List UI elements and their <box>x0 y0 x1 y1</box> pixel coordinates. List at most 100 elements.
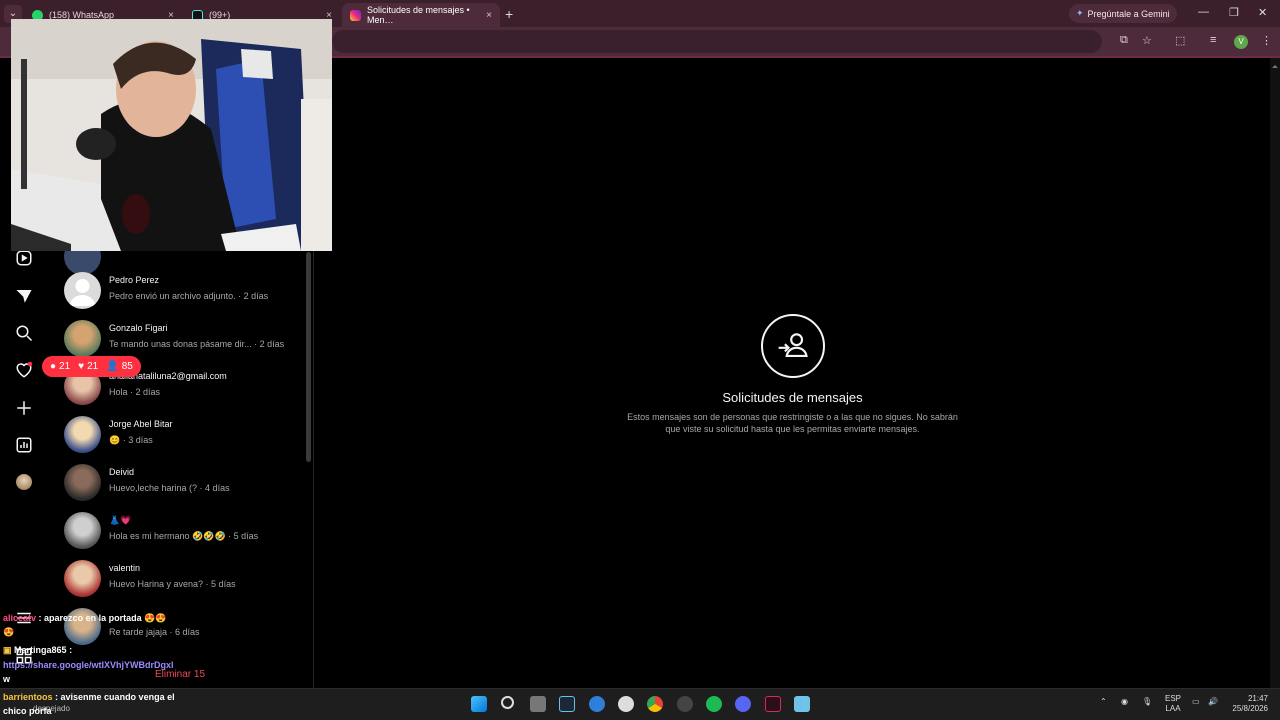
list-item[interactable]: valentin Huevo Harina y avena? · 5 días <box>64 560 304 600</box>
close-window-icon[interactable]: ✕ <box>1258 6 1267 19</box>
spotify-icon[interactable] <box>706 696 722 712</box>
chat-link[interactable]: https://share.google/wtIXVhjYWBdrDgxl <box>3 660 174 670</box>
conversation-preview: Huevo,leche harina (? · 4 días <box>109 483 230 493</box>
conversation-preview: Huevo Harina y avena? · 5 días <box>109 579 236 589</box>
minimize-icon[interactable]: — <box>1198 6 1209 18</box>
discord-icon[interactable] <box>735 696 751 712</box>
task-view-icon[interactable] <box>530 696 546 712</box>
notepad-icon[interactable] <box>794 696 810 712</box>
heart-icon: ♥ <box>78 361 85 372</box>
empty-state: Solicitudes de mensajes Estos mensajes s… <box>620 314 965 435</box>
conversation-preview: 😊 · 3 días <box>109 435 153 445</box>
chat-username: Martinga865 <box>14 645 67 655</box>
profile-avatar[interactable]: V <box>1234 35 1248 49</box>
comment-count-value: 21 <box>59 361 71 372</box>
activity-notification-badge[interactable]: ● 21 ♥ 21 👤 85 <box>42 356 141 377</box>
bookmark-star-icon[interactable]: ☆ <box>1142 34 1152 47</box>
empty-state-title: Solicitudes de mensajes <box>722 390 863 405</box>
conversation-preview: Hola · 2 días <box>109 387 161 397</box>
tab-instagram[interactable]: Solicitudes de mensajes • Men… × <box>342 3 500 27</box>
comment-icon: ● <box>50 361 57 372</box>
conversation-preview: Hola es mi hermano 🤣🤣🤣 · 5 días <box>109 531 259 541</box>
list-item[interactable]: Pedro Perez Pedro envió un archivo adjun… <box>64 272 304 312</box>
person-icon: 👤 <box>106 361 119 372</box>
page-scrollbar[interactable] <box>1270 58 1280 688</box>
media-control-icon[interactable]: ≡ <box>1210 34 1216 46</box>
list-item[interactable]: Deivid Huevo,leche harina (? · 4 días <box>64 464 304 504</box>
taskbar-search-icon[interactable] <box>501 696 514 709</box>
gemini-label: Pregúntale a Gemini <box>1087 8 1170 19</box>
conversation-preview: Pedro envió un archivo adjunto. · 2 días <box>109 291 269 301</box>
list-item[interactable]: Gonzalo Figari Te mando unas donas pásam… <box>64 320 304 360</box>
notifications-heart-icon[interactable] <box>14 360 34 380</box>
edge-icon[interactable] <box>589 696 605 712</box>
follower-count-value: 85 <box>121 361 133 372</box>
tray-app-icon[interactable]: ◉ <box>1121 697 1128 706</box>
date-label: 25/8/2026 <box>1232 704 1268 713</box>
avatar <box>64 320 101 357</box>
sparkle-icon: ✦ <box>1076 8 1084 18</box>
conversation-preview: Re tarde jajaja · 6 días <box>109 627 200 637</box>
chat-message: barrientoos : avisenme cuando venga el c… <box>3 690 193 718</box>
gemini-button[interactable]: ✦ Pregúntale a Gemini <box>1069 4 1177 23</box>
add-person-icon <box>760 314 825 378</box>
app-icon[interactable] <box>677 696 693 712</box>
chat-text: : <box>69 645 73 655</box>
reels-icon[interactable] <box>14 248 34 268</box>
direct-messages-icon[interactable] <box>14 286 34 306</box>
chat-username: barrientoos <box>3 692 53 702</box>
menu-dots-icon[interactable]: ⋮ <box>1261 34 1272 47</box>
avatar <box>64 464 101 501</box>
obs-icon[interactable] <box>618 696 634 712</box>
windows-start-icon[interactable] <box>471 696 487 712</box>
new-tab-button[interactable]: + <box>505 6 513 22</box>
chat-text: : aparezco en la portada 😍😍 <box>38 613 167 623</box>
network-icon[interactable]: ▭ <box>1192 697 1200 706</box>
language-indicator[interactable]: ESP LAA <box>1165 694 1181 714</box>
app-icon[interactable] <box>765 696 781 712</box>
tab-title: Solicitudes de mensajes • Men… <box>367 5 470 25</box>
language-label: ESP <box>1165 694 1182 703</box>
like-count: ♥ 21 <box>78 361 98 372</box>
profile-avatar-icon[interactable] <box>14 472 34 492</box>
address-bar[interactable] <box>332 30 1102 53</box>
layout-label: LAA <box>1165 704 1181 713</box>
chat-message-extra: 😍 <box>3 627 15 637</box>
conversation-name: Deivid <box>109 467 135 477</box>
instagram-icon <box>350 9 361 21</box>
dashboard-icon[interactable] <box>14 435 34 455</box>
webcam-overlay <box>11 19 332 251</box>
avatar <box>64 416 101 453</box>
install-icon[interactable]: ⧉ <box>1120 34 1128 47</box>
restore-icon[interactable]: ❐ <box>1229 6 1239 19</box>
list-scrollbar[interactable] <box>306 252 311 462</box>
chat-username: aliceatv <box>3 613 37 623</box>
conversation-preview: Te mando unas donas pásame dir... · 2 dí… <box>109 339 285 349</box>
empty-state-description: Estos mensajes son de personas que restr… <box>627 412 958 434</box>
search-icon[interactable] <box>14 323 34 343</box>
chevron-up-icon[interactable]: ⌃ <box>1100 697 1107 706</box>
avatar <box>64 272 101 309</box>
microphone-icon[interactable]: 🎙 <box>1142 697 1152 706</box>
conversation-name: Gonzalo Figari <box>109 323 168 333</box>
conversation-name: Jorge Abel Bitar <box>109 419 173 429</box>
comment-count: ● 21 <box>50 361 70 372</box>
chat-message: ▣ Martinga865 : <box>3 645 72 656</box>
chrome-icon[interactable] <box>647 696 663 712</box>
steam-icon[interactable] <box>559 696 575 712</box>
delete-requests-button[interactable]: Eliminar 15 <box>155 669 205 680</box>
chat-message: aliceatv : aparezco en la portada 😍😍 <box>3 613 167 624</box>
list-item[interactable]: 👗💗 Hola es mi hermano 🤣🤣🤣 · 5 días <box>64 512 304 552</box>
close-tab-icon[interactable]: × <box>486 10 492 21</box>
conversation-name: 👗💗 <box>109 515 132 525</box>
extensions-icon[interactable]: ⬚ <box>1175 34 1185 47</box>
chat-badge-icon: ▣ <box>3 645 12 655</box>
volume-icon[interactable]: 🔊 <box>1208 697 1218 706</box>
create-plus-icon[interactable] <box>14 398 34 418</box>
list-item[interactable]: Jorge Abel Bitar 😊 · 3 días <box>64 416 304 456</box>
clock[interactable]: 21:47 25/8/2026 <box>1228 694 1268 714</box>
avatar <box>64 560 101 597</box>
avatar <box>64 512 101 549</box>
chat-message-extra: w <box>3 674 11 684</box>
time-label: 21:47 <box>1247 694 1268 703</box>
